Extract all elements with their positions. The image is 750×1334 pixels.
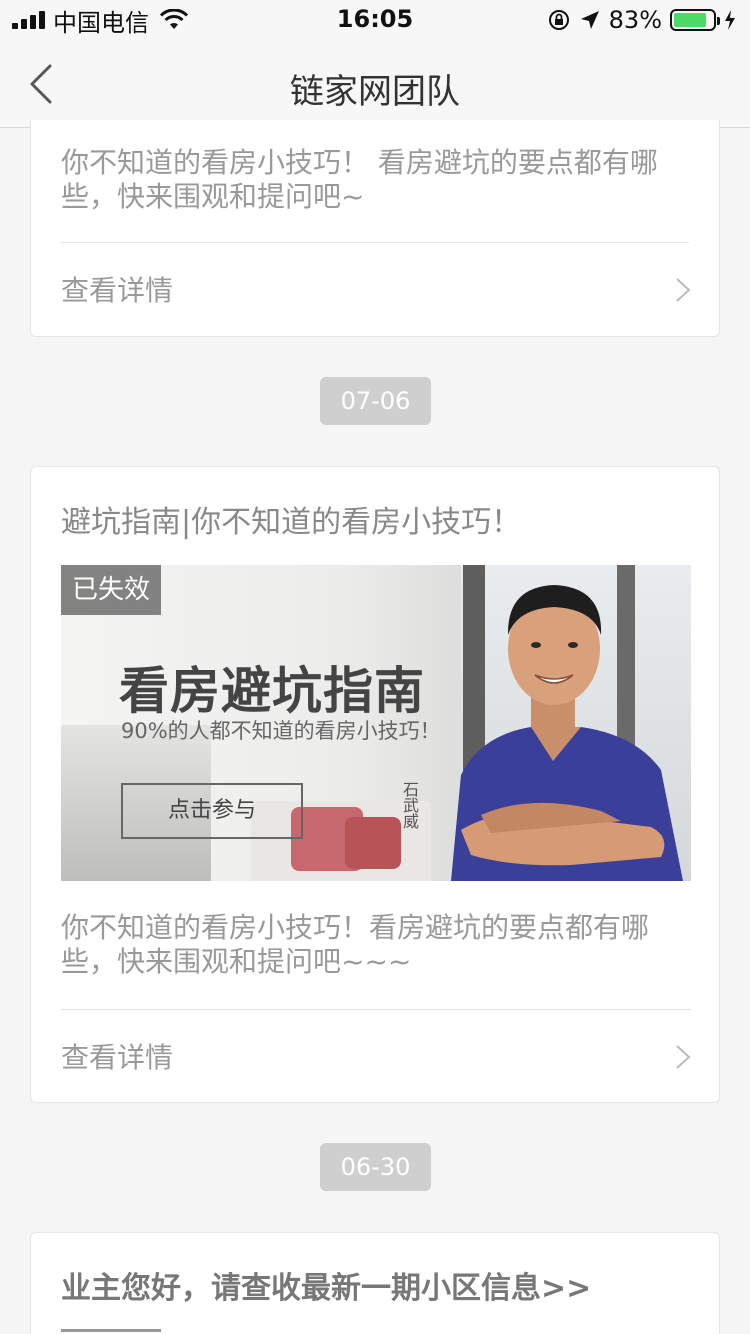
location-icon [580, 11, 599, 29]
view-details-row[interactable]: 查看详情 [31, 1010, 719, 1102]
banner-participate-button: 点击参与 [121, 783, 303, 839]
orientation-lock-icon [548, 10, 569, 30]
card-image-edge [61, 1329, 161, 1332]
person-photo [451, 585, 683, 881]
charging-icon [725, 10, 735, 30]
date-badge: 06-30 [320, 1143, 431, 1191]
banner-pillow-decor [345, 817, 401, 869]
page-title: 链家网团队 [290, 72, 460, 112]
chevron-right-icon [676, 278, 691, 302]
message-card: 你不知道的看房小技巧！ 看房避坑的要点都有哪些，快来围观和提问吧~ 查看详情 [30, 120, 720, 337]
message-card[interactable]: 业主您好，请查收最新一期小区信息>> [30, 1232, 720, 1334]
view-details-label: 查看详情 [61, 1041, 174, 1074]
card-title: 避坑指南|你不知道的看房小技巧！ [61, 505, 522, 540]
battery-percent: 83% [608, 6, 662, 34]
battery-icon [670, 9, 720, 31]
battery-fill [674, 13, 706, 27]
status-bar: 中国电信 16:05 83% [0, 0, 750, 40]
view-details-label: 查看详情 [61, 274, 174, 307]
card-description: 你不知道的看房小技巧！看房避坑的要点都有哪些，快来围观和提问吧~~~ [61, 911, 650, 978]
date-badge: 07-06 [320, 377, 431, 425]
view-details-row[interactable]: 查看详情 [31, 243, 719, 335]
status-right: 83% [547, 6, 736, 34]
card-title: 业主您好，请查收最新一期小区信息>> [61, 1271, 592, 1306]
banner-title: 看房避坑指南 [119, 662, 425, 720]
expired-badge: 已失效 [61, 565, 161, 615]
banner-subtitle: 90%的人都不知道的看房小技巧！ [121, 719, 441, 743]
nav-bar: 链家网团队 [0, 40, 750, 128]
chevron-right-icon [676, 1045, 691, 1069]
card-description: 你不知道的看房小技巧！ 看房避坑的要点都有哪些，快来围观和提问吧~ [61, 146, 658, 213]
message-card: 避坑指南|你不知道的看房小技巧！ 看房避坑指南 90%的人都不知道的看房小技巧！… [30, 466, 720, 1103]
banner-person-name: 石武威 [400, 781, 419, 829]
